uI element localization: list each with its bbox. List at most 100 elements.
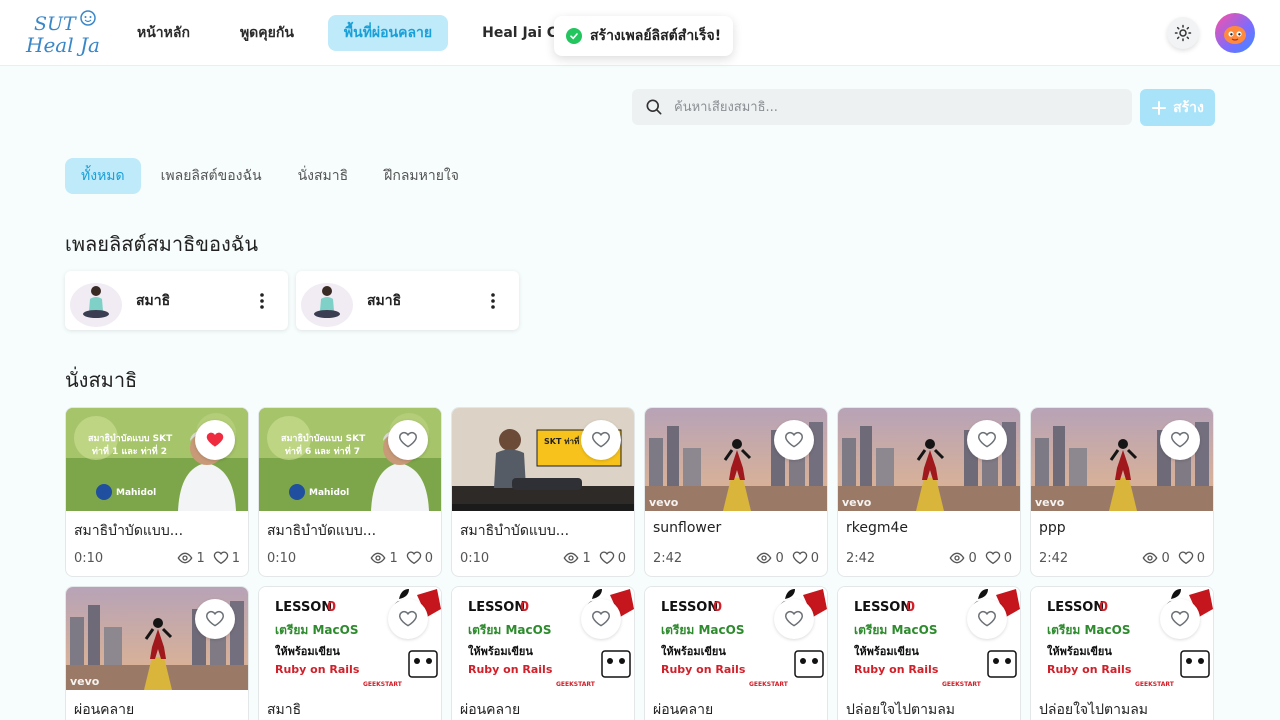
theme-toggle-button[interactable]: [1167, 17, 1199, 49]
heart-outline-icon: [1171, 610, 1189, 627]
tab-all[interactable]: ทั้งหมด: [65, 158, 141, 194]
thumb-brand: GEEKSTART: [1135, 681, 1175, 688]
media-meta: 0:10 1 0: [460, 550, 626, 566]
vevo-watermark: vevo: [70, 675, 100, 688]
favorite-button[interactable]: [774, 420, 814, 460]
favorite-button[interactable]: [1160, 599, 1200, 639]
heart-outline-icon: [399, 610, 417, 627]
thumb-brand: GEEKSTART: [942, 681, 982, 688]
media-duration: 2:42: [653, 550, 683, 566]
thumb-brand: GEEKSTART: [749, 681, 789, 688]
favorite-button[interactable]: [388, 599, 428, 639]
heart-filled-icon: [206, 432, 224, 447]
like-count: 0: [1178, 550, 1205, 566]
thumb-line2: เตรียม MacOS: [468, 623, 551, 637]
media-title: ผ่อนคลาย: [74, 702, 135, 718]
media-card[interactable]: vevo rkegm4e 2:42 0 0: [837, 407, 1021, 577]
thumb-lesson-number: 0: [520, 600, 529, 615]
search-icon: [646, 99, 662, 115]
media-card[interactable]: LESSON 0 เตรียม MacOS ให้พร้อมเขียน Ruby…: [837, 586, 1021, 720]
more-vertical-icon[interactable]: [481, 289, 505, 313]
nav-chat[interactable]: พูดคุยกัน: [224, 15, 310, 51]
view-count-value: 0: [968, 550, 977, 566]
tab-breathing[interactable]: ฝึกลมหายใจ: [368, 158, 475, 194]
media-meta: 2:42 0 0: [846, 550, 1012, 566]
thumb-line4: Ruby on Rails: [468, 663, 553, 676]
media-duration: 2:42: [1039, 550, 1069, 566]
media-meta: 2:42 0 0: [653, 550, 819, 566]
playlist-name: สมาธิ: [367, 292, 402, 309]
favorite-button[interactable]: [388, 420, 428, 460]
view-count: 0: [756, 550, 784, 566]
favorite-button[interactable]: [195, 420, 235, 460]
media-meta: 0:10 1 1: [74, 550, 240, 566]
thumb-brand: Mahidol: [309, 488, 349, 498]
media-title: สมาธิบำบัดแบบ...: [74, 523, 184, 539]
favorite-button[interactable]: [581, 599, 621, 639]
create-button[interactable]: สร้าง: [1140, 89, 1215, 126]
media-duration: 0:10: [267, 550, 297, 566]
meditation-person-thumbnail: [299, 272, 355, 329]
thumb-line4: Ruby on Rails: [854, 663, 939, 676]
media-title: ผ่อนคลาย: [653, 702, 714, 718]
nav-relax-space[interactable]: พื้นที่ผ่อนคลาย: [327, 15, 449, 51]
favorite-button[interactable]: [581, 420, 621, 460]
media-title: ปล่อยใจไปตามลม: [846, 702, 956, 718]
thumb-line4: Ruby on Rails: [1047, 663, 1132, 676]
favorite-button[interactable]: [967, 420, 1007, 460]
media-title: ppp: [1039, 520, 1066, 536]
thumb-lesson: LESSON: [275, 600, 332, 615]
plus-icon: [1152, 100, 1167, 115]
success-toast: สร้างเพลย์ลิสต์สำเร็จ!: [554, 16, 734, 56]
search-bar: [632, 89, 1132, 125]
media-card[interactable]: LESSON 0 เตรียม MacOS ให้พร้อมเขียน Ruby…: [258, 586, 442, 720]
thumb-line2: เตรียม MacOS: [661, 623, 744, 637]
eye-icon: [178, 552, 193, 564]
favorite-button[interactable]: [195, 599, 235, 639]
tab-my-playlists[interactable]: เพลยลิสต์ของฉัน: [145, 158, 278, 194]
favorite-button[interactable]: [1160, 420, 1200, 460]
sut-heal-jai-logo[interactable]: SUT Heal Jai: [24, 8, 106, 58]
meditation-person-thumbnail: [68, 272, 124, 329]
search-input[interactable]: [674, 99, 1104, 115]
playlist-card[interactable]: สมาธิ: [65, 271, 288, 330]
filter-tabs: ทั้งหมด เพลยลิสต์ของฉัน นั่งสมาธิ ฝึกลมห…: [65, 158, 475, 194]
favorite-button[interactable]: [967, 599, 1007, 639]
heart-outline-icon: [985, 551, 1000, 564]
media-card[interactable]: vevo ผ่อนคลาย: [65, 586, 249, 720]
more-vertical-icon[interactable]: [250, 289, 274, 313]
thumb-line2: เตรียม MacOS: [275, 623, 358, 637]
heart-outline-icon: [785, 610, 803, 627]
favorite-button[interactable]: [774, 599, 814, 639]
media-title: สมาธิบำบัดแบบ...: [460, 523, 570, 539]
meditation-heading: นั่งสมาธิ: [65, 368, 138, 392]
nav-home[interactable]: หน้าหลัก: [121, 15, 206, 51]
playlist-card[interactable]: สมาธิ: [296, 271, 519, 330]
vevo-watermark: vevo: [1035, 496, 1065, 509]
user-avatar[interactable]: [1215, 13, 1255, 53]
heart-outline-icon: [978, 431, 996, 448]
media-title: สมาธิ: [267, 702, 302, 718]
thumb-lesson: LESSON: [661, 600, 718, 615]
thumb-title: สมาธิบำบัดแบบ SKT: [281, 433, 366, 444]
like-count-value: 0: [1196, 550, 1205, 566]
media-card[interactable]: สมาธิบำบัดแบบ SKT ท่าที่ 1 และ ท่าที่ 2 …: [65, 407, 249, 577]
media-card[interactable]: LESSON 0 เตรียม MacOS ให้พร้อมเขียน Ruby…: [644, 586, 828, 720]
media-card[interactable]: SKT ท่าที่ 3 สมาธิบำบัดแบบ... 0:10 1 0: [451, 407, 635, 577]
view-count: 1: [177, 550, 205, 566]
media-card[interactable]: LESSON 0 เตรียม MacOS ให้พร้อมเขียน Ruby…: [1030, 586, 1214, 720]
view-count-value: 1: [196, 550, 205, 566]
thumb-line3: ให้พร้อมเขียน: [661, 644, 726, 658]
media-card[interactable]: สมาธิบำบัดแบบ SKT ท่าที่ 6 และ ท่าที่ 7 …: [258, 407, 442, 577]
heart-outline-icon: [213, 551, 228, 564]
thumb-lesson: LESSON: [854, 600, 911, 615]
media-card[interactable]: vevo ppp 2:42 0 0: [1030, 407, 1214, 577]
thumb-line3: ให้พร้อมเขียน: [854, 644, 919, 658]
tab-meditation[interactable]: นั่งสมาธิ: [282, 158, 365, 194]
my-playlists-heading: เพลยลิสต์สมาธิของฉัน: [65, 232, 259, 256]
thumb-line2: เตรียม MacOS: [854, 623, 937, 637]
media-card[interactable]: LESSON 0 เตรียม MacOS ให้พร้อมเขียน Ruby…: [451, 586, 635, 720]
media-card[interactable]: vevo sunflower 2:42 0 0: [644, 407, 828, 577]
sun-icon: [1174, 24, 1192, 42]
vevo-watermark: vevo: [842, 496, 872, 509]
